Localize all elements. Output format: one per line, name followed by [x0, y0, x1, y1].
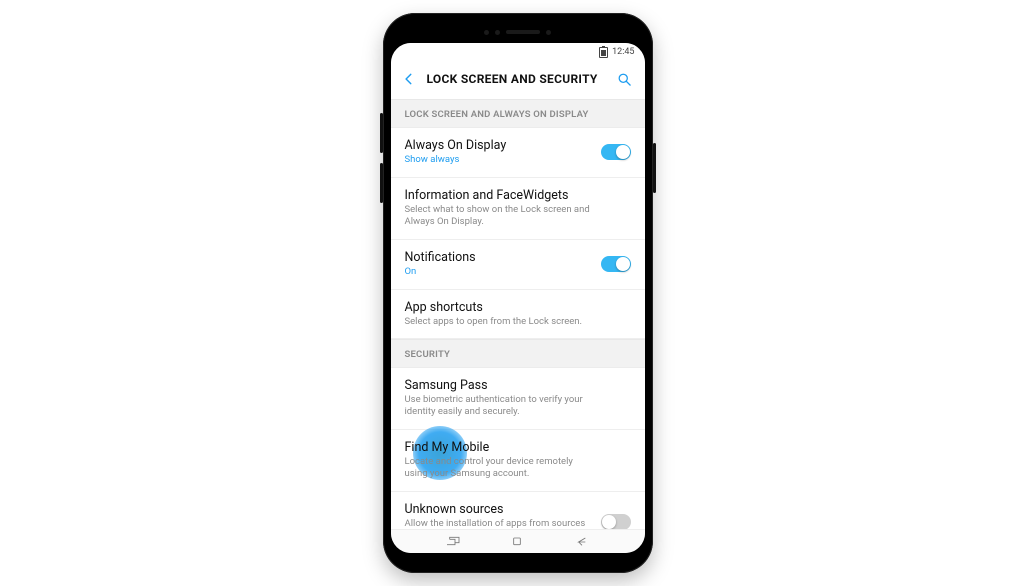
row-title: Always On Display — [405, 138, 631, 153]
row-samsung-pass[interactable]: Samsung Pass Use biometric authenticatio… — [391, 368, 645, 430]
back-button[interactable] — [399, 69, 419, 89]
row-title: Information and FaceWidgets — [405, 188, 631, 203]
phone-screen: 12:45 LOCK SCREEN AND SECURITY LOCK SCRE… — [391, 43, 645, 553]
recents-icon — [445, 536, 461, 548]
toggle-always-on-display[interactable] — [601, 144, 631, 160]
row-title: Notifications — [405, 250, 631, 265]
battery-icon — [599, 47, 608, 58]
row-subtitle: On — [405, 266, 631, 278]
phone-frame: 12:45 LOCK SCREEN AND SECURITY LOCK SCRE… — [383, 13, 653, 573]
nav-back-icon — [574, 536, 590, 548]
row-always-on-display[interactable]: Always On Display Show always — [391, 128, 645, 178]
volume-down-button[interactable] — [380, 163, 383, 203]
phone-sensor-cluster — [391, 23, 645, 41]
row-subtitle: Allow the installation of apps from sour… — [405, 518, 631, 529]
page-title: LOCK SCREEN AND SECURITY — [427, 72, 607, 86]
row-subtitle: Select what to show on the Lock screen a… — [405, 204, 631, 228]
row-title: Unknown sources — [405, 502, 631, 517]
row-subtitle: Show always — [405, 154, 631, 166]
row-find-my-mobile[interactable]: Find My Mobile Locate and control your d… — [391, 430, 645, 492]
row-app-shortcuts[interactable]: App shortcuts Select apps to open from t… — [391, 290, 645, 340]
toggle-unknown-sources[interactable] — [601, 514, 631, 529]
status-bar: 12:45 — [391, 43, 645, 61]
nav-back-button[interactable] — [571, 534, 593, 550]
clock: 12:45 — [612, 47, 634, 57]
row-subtitle: Locate and control your device remotely … — [405, 456, 631, 480]
navigation-bar — [391, 529, 645, 553]
home-button[interactable] — [506, 534, 528, 550]
toggle-notifications[interactable] — [601, 256, 631, 272]
power-button[interactable] — [653, 143, 656, 193]
row-subtitle: Select apps to open from the Lock screen… — [405, 316, 631, 328]
volume-up-button[interactable] — [380, 113, 383, 153]
recents-button[interactable] — [442, 534, 464, 550]
row-notifications[interactable]: Notifications On — [391, 240, 645, 290]
search-icon — [617, 72, 632, 87]
section-header: SECURITY — [391, 339, 645, 368]
chevron-left-icon — [402, 72, 416, 86]
row-subtitle: Use biometric authentication to verify y… — [405, 394, 631, 418]
app-bar: LOCK SCREEN AND SECURITY — [391, 61, 645, 99]
row-title: App shortcuts — [405, 300, 631, 315]
section-header: LOCK SCREEN AND ALWAYS ON DISPLAY — [391, 99, 645, 128]
row-title: Samsung Pass — [405, 378, 631, 393]
row-information-facewidgets[interactable]: Information and FaceWidgets Select what … — [391, 178, 645, 240]
settings-list[interactable]: LOCK SCREEN AND ALWAYS ON DISPLAY Always… — [391, 99, 645, 529]
row-unknown-sources[interactable]: Unknown sources Allow the installation o… — [391, 492, 645, 529]
home-icon — [509, 536, 525, 548]
row-title: Find My Mobile — [405, 440, 631, 455]
search-button[interactable] — [615, 69, 635, 89]
